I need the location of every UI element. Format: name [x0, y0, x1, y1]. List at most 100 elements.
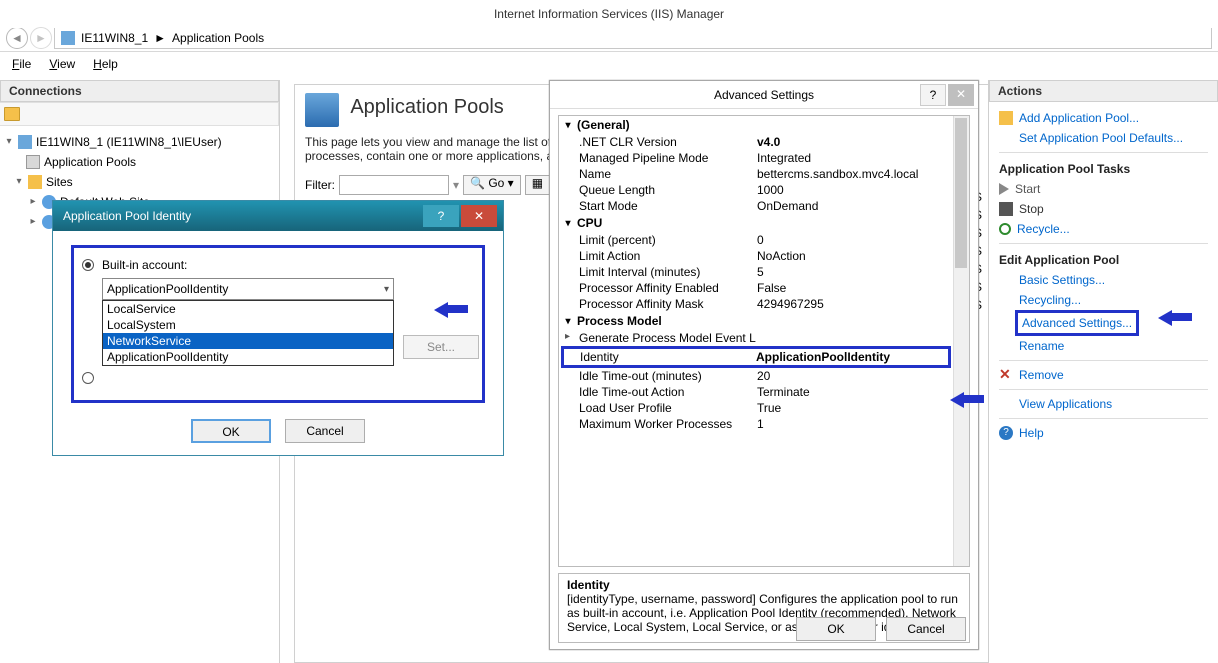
- property-row[interactable]: Processor Affinity EnabledFalse: [559, 280, 969, 296]
- collapse-icon[interactable]: ▾: [563, 120, 573, 131]
- property-row[interactable]: Load User ProfileTrue: [559, 400, 969, 416]
- action-stop[interactable]: Stop: [999, 199, 1208, 219]
- set-button: Set...: [403, 335, 479, 359]
- property-value: bettercms.sandbox.mvc4.local: [757, 167, 969, 181]
- breadcrumb-node[interactable]: Application Pools: [172, 31, 264, 45]
- property-value: 0: [757, 233, 969, 247]
- combo-option[interactable]: LocalService: [103, 301, 393, 317]
- expand-icon[interactable]: ▸: [28, 212, 38, 232]
- custom-account-radio[interactable]: [82, 372, 470, 384]
- property-row-identity[interactable]: Identity ApplicationPoolIdentity: [561, 346, 951, 368]
- annotation-arrow: [1158, 308, 1192, 326]
- property-row[interactable]: Limit ActionNoAction: [559, 248, 969, 264]
- property-row[interactable]: Maximum Worker Processes1: [559, 416, 969, 432]
- action-help[interactable]: ?Help: [999, 423, 1208, 443]
- property-value: 5: [757, 265, 969, 279]
- property-row[interactable]: Limit Interval (minutes)5: [559, 264, 969, 280]
- action-recycling[interactable]: Recycling...: [999, 290, 1208, 310]
- combo-option[interactable]: LocalSystem: [103, 317, 393, 333]
- property-value: [757, 331, 969, 345]
- property-value: False: [757, 281, 969, 295]
- action-view-apps[interactable]: View Applications: [999, 394, 1208, 414]
- property-row[interactable]: Queue Length1000: [559, 182, 969, 198]
- expand-icon[interactable]: ▸: [565, 331, 577, 345]
- builtin-label: Built-in account:: [102, 258, 187, 272]
- folder-icon[interactable]: [4, 107, 20, 121]
- dialog-help-button[interactable]: ?: [423, 205, 459, 227]
- menu-help[interactable]: Help: [93, 57, 118, 71]
- annotation-arrow: [950, 390, 984, 408]
- property-value: 4294967295: [757, 297, 969, 311]
- property-row[interactable]: Processor Affinity Mask4294967295: [559, 296, 969, 312]
- scrollbar[interactable]: [953, 116, 969, 566]
- category-process-model[interactable]: ▾Process Model: [559, 312, 969, 330]
- stop-icon: [999, 202, 1013, 216]
- cancel-button[interactable]: Cancel: [285, 419, 365, 443]
- collapse-icon[interactable]: ▾: [563, 218, 573, 229]
- combo-option-selected[interactable]: NetworkService: [103, 333, 393, 349]
- property-key: Load User Profile: [579, 401, 757, 415]
- collapse-icon[interactable]: ▾: [14, 172, 24, 192]
- tree-sites-label: Sites: [46, 172, 73, 192]
- property-value: NoAction: [757, 249, 969, 263]
- annotation-arrow: [434, 300, 468, 318]
- action-recycle[interactable]: Recycle...: [999, 219, 1208, 239]
- scrollbar-thumb[interactable]: [955, 118, 967, 268]
- dialog-close-button[interactable]: ✕: [948, 84, 974, 106]
- ok-button[interactable]: OK: [796, 617, 876, 641]
- action-remove[interactable]: ✕Remove: [999, 365, 1208, 385]
- property-grid[interactable]: ▾(General) .NET CLR Versionv4.0Managed P…: [558, 115, 970, 567]
- action-advanced-settings[interactable]: Advanced Settings...: [1015, 310, 1139, 336]
- category-cpu[interactable]: ▾CPU: [559, 214, 969, 232]
- help-icon: ?: [999, 426, 1013, 440]
- forward-button: ►: [30, 27, 52, 49]
- back-button[interactable]: ◄: [6, 27, 28, 49]
- expand-icon[interactable]: ▸: [28, 192, 38, 212]
- builtin-account-radio[interactable]: Built-in account:: [82, 258, 470, 272]
- tree-apppools-label: Application Pools: [44, 152, 136, 172]
- property-row[interactable]: ▸Generate Process Model Event L: [559, 330, 969, 346]
- start-icon: [999, 183, 1009, 195]
- ok-button[interactable]: OK: [191, 419, 271, 443]
- category-general[interactable]: ▾(General): [559, 116, 969, 134]
- property-key: Limit Action: [579, 249, 757, 263]
- dialog-help-button[interactable]: ?: [920, 84, 946, 106]
- combo-option[interactable]: ApplicationPoolIdentity: [103, 349, 393, 365]
- action-rename[interactable]: Rename: [999, 336, 1208, 356]
- nav-bar: ◄ ► IE11WIN8_1 ► Application Pools: [0, 24, 1218, 52]
- menu-view[interactable]: View: [49, 57, 75, 71]
- property-row[interactable]: Limit (percent)0: [559, 232, 969, 248]
- menu-file[interactable]: File: [12, 57, 31, 71]
- cancel-button[interactable]: Cancel: [886, 617, 966, 641]
- address-bar[interactable]: IE11WIN8_1 ► Application Pools: [54, 27, 1212, 49]
- action-add-pool[interactable]: Add Application Pool...: [999, 108, 1208, 128]
- collapse-icon[interactable]: ▾: [563, 316, 573, 327]
- builtin-account-combo[interactable]: ApplicationPoolIdentity ▾: [102, 278, 394, 300]
- recycle-icon: [999, 223, 1011, 235]
- dialog-title: Advanced Settings: [714, 88, 814, 102]
- property-value: Integrated: [757, 151, 969, 165]
- property-row[interactable]: .NET CLR Versionv4.0: [559, 134, 969, 150]
- property-row[interactable]: Idle Time-out (minutes)20: [559, 368, 969, 384]
- tree-apppools[interactable]: Application Pools: [4, 152, 275, 172]
- property-row[interactable]: Namebettercms.sandbox.mvc4.local: [559, 166, 969, 182]
- action-set-defaults[interactable]: Set Application Pool Defaults...: [999, 128, 1208, 148]
- collapse-icon[interactable]: ▾: [4, 132, 14, 152]
- dialog-close-button[interactable]: ✕: [461, 205, 497, 227]
- property-key: Name: [579, 167, 757, 181]
- dialog-title: Application Pool Identity: [63, 209, 191, 223]
- property-row[interactable]: Start ModeOnDemand: [559, 198, 969, 214]
- property-key: Idle Time-out (minutes): [579, 369, 757, 383]
- show-all-button[interactable]: ▦: [525, 175, 550, 195]
- property-key: Start Mode: [579, 199, 757, 213]
- go-button[interactable]: 🔍 Go ▾: [463, 175, 521, 195]
- action-basic-settings[interactable]: Basic Settings...: [999, 270, 1208, 290]
- breadcrumb-server[interactable]: IE11WIN8_1: [81, 31, 148, 45]
- property-value: 1: [757, 417, 969, 431]
- tree-server[interactable]: ▾ IE11WIN8_1 (IE11WIN8_1\IEUser): [4, 132, 275, 152]
- property-value: v4.0: [757, 135, 969, 149]
- tree-sites[interactable]: ▾ Sites: [4, 172, 275, 192]
- property-row[interactable]: Idle Time-out ActionTerminate: [559, 384, 969, 400]
- property-row[interactable]: Managed Pipeline ModeIntegrated: [559, 150, 969, 166]
- filter-input[interactable]: [339, 175, 449, 195]
